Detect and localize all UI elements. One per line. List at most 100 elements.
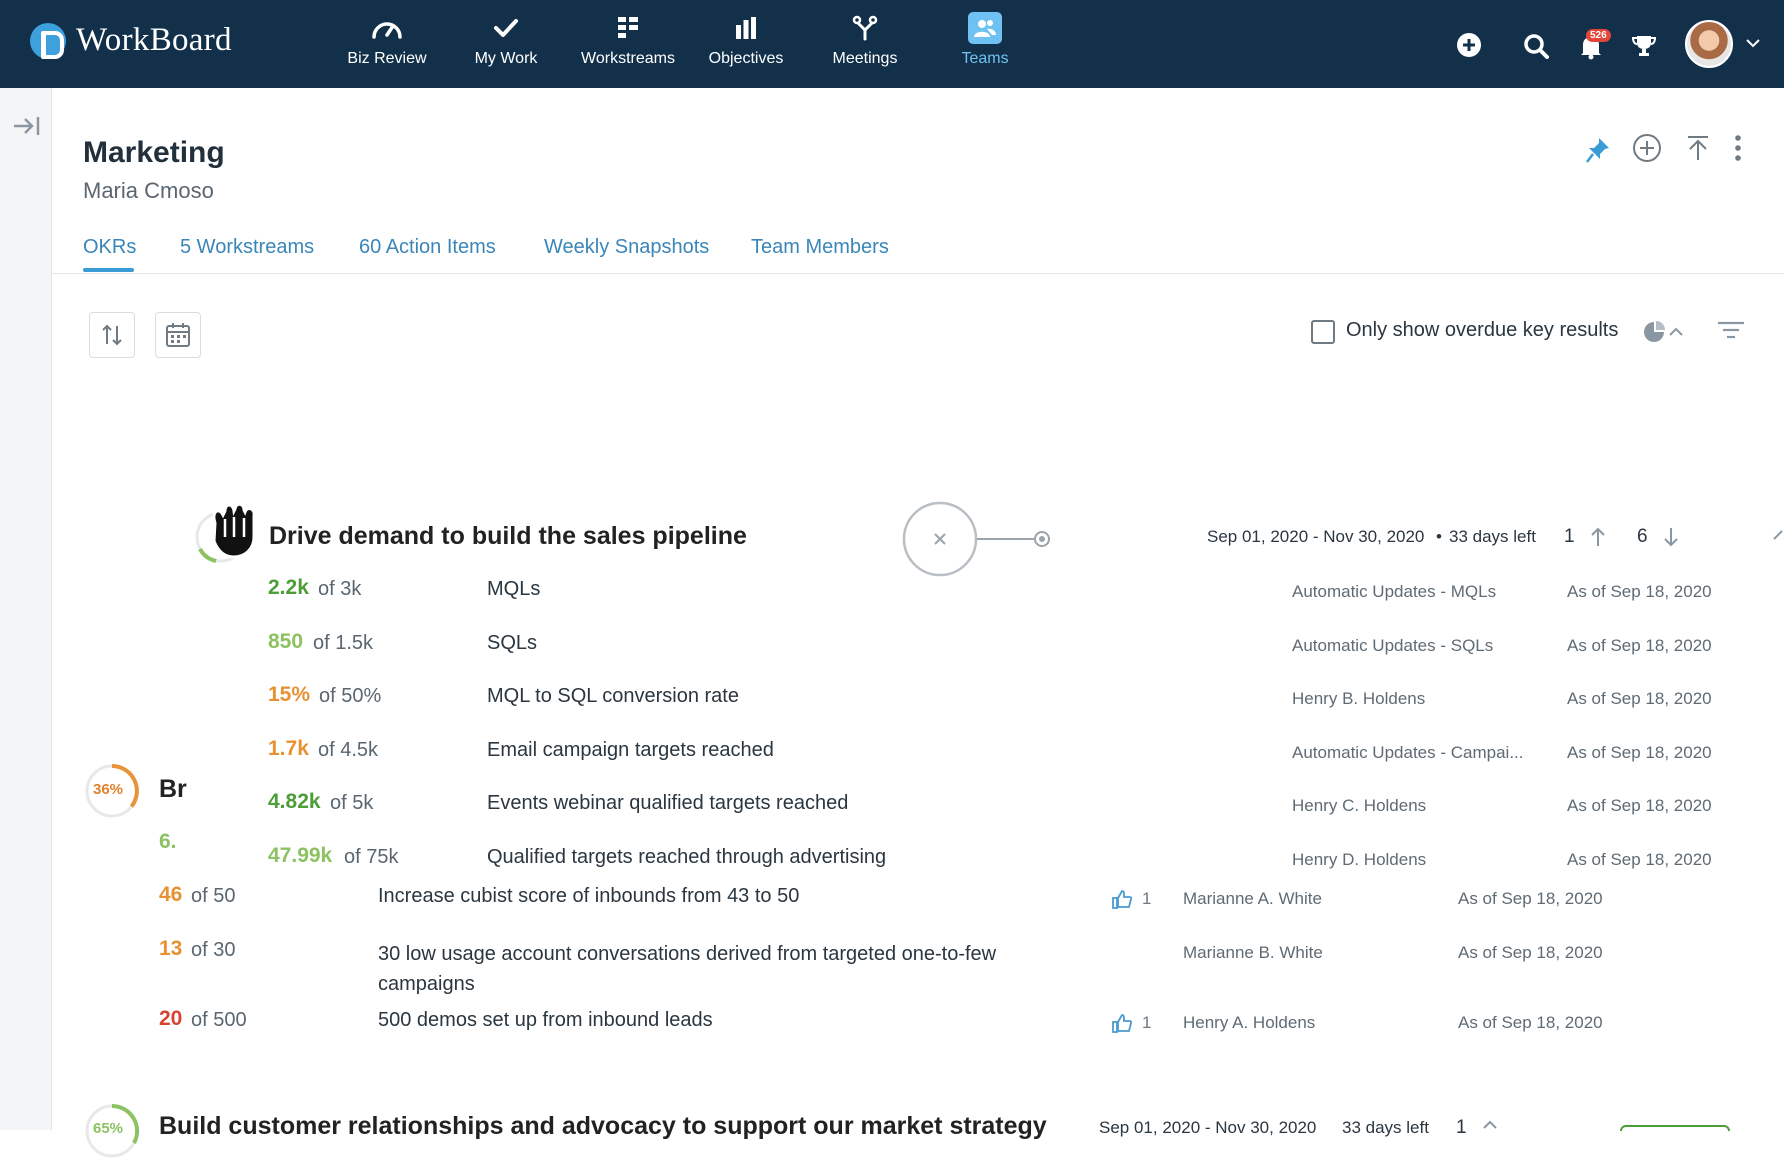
filter-icon[interactable] <box>1716 319 1746 348</box>
kr-target: of 3k <box>318 578 362 600</box>
kr-target: of 5k <box>330 792 374 814</box>
kr-description[interactable]: Qualified targets reached through advert… <box>487 846 886 869</box>
kr-updated-date: As of Sep 18, 2020 <box>1458 889 1603 908</box>
objective-title-fragment[interactable]: Br <box>159 775 187 804</box>
kr-owner: Automatic Updates - Campai... <box>1292 743 1524 762</box>
kr-target: of 30 <box>191 939 236 961</box>
kr-current-value: 20 <box>159 1007 183 1030</box>
nav-biz-review[interactable]: Biz Review <box>344 10 430 80</box>
objective-title[interactable]: Build customer relationships and advocac… <box>159 1112 1047 1141</box>
kr-owner: Marianne B. White <box>1183 943 1323 962</box>
nav-workstreams[interactable]: Workstreams <box>578 10 678 80</box>
trophy-icon[interactable] <box>1631 34 1657 63</box>
nav-label: Teams <box>961 50 1009 67</box>
kr-current-value: 4.82k <box>268 790 321 813</box>
tab-okrs[interactable]: OKRs <box>83 236 136 259</box>
like-count: 1 <box>1142 889 1152 908</box>
app-name: WorkBoard <box>76 22 232 58</box>
kr-owner: Marianne A. White <box>1183 889 1322 908</box>
nav-my-work[interactable]: My Work <box>468 10 544 80</box>
nav-label: My Work <box>474 50 538 67</box>
kr-description[interactable]: Email campaign targets reached <box>487 739 774 762</box>
upload-icon[interactable] <box>1685 134 1711 167</box>
aligned-up-count[interactable]: 1 <box>1456 1117 1467 1139</box>
kr-owner: Henry A. Holdens <box>1183 1013 1316 1032</box>
kr-target: of 1.5k <box>313 632 374 654</box>
sort-button[interactable] <box>89 312 135 358</box>
search-icon[interactable] <box>1523 33 1549 64</box>
tab-team-members[interactable]: Team Members <box>751 236 889 259</box>
kr-current-value: 2.2k <box>268 576 309 599</box>
pin-icon[interactable] <box>1585 136 1611 169</box>
kr-current-value: 13 <box>159 937 183 960</box>
thumbs-up-icon <box>1112 890 1132 909</box>
like-button[interactable]: 1 <box>1112 1013 1151 1033</box>
nav-meetings[interactable]: Meetings <box>824 10 906 80</box>
tab-workstreams[interactable]: 5 Workstreams <box>180 236 314 259</box>
days-left: 33 days left <box>1449 527 1536 546</box>
arrow-up-icon[interactable] <box>1482 1119 1498 1137</box>
notification-count-badge: 526 <box>1586 29 1611 42</box>
kr-description[interactable]: SQLs <box>487 632 537 655</box>
kr-owner: Henry B. Holdens <box>1292 689 1426 708</box>
tab-action-items[interactable]: 60 Action Items <box>359 236 496 259</box>
progress-percent: 36% <box>93 781 124 798</box>
team-owner: Maria Cmoso <box>83 178 214 203</box>
workboard-logo[interactable]: WorkBoard <box>30 22 232 59</box>
nav-label: Objectives <box>708 50 784 67</box>
like-count: 1 <box>1142 1013 1152 1032</box>
key-result-value-fragment: 6. <box>159 830 177 853</box>
kr-target: of 4.5k <box>318 739 379 761</box>
bar-chart-icon <box>734 10 758 46</box>
aligned-down-count[interactable]: 6 <box>1637 526 1648 548</box>
nav-teams[interactable]: Teams <box>955 10 1015 80</box>
add-circle-icon[interactable] <box>1632 133 1662 168</box>
left-sidebar <box>0 88 52 1130</box>
objective-title[interactable]: Drive demand to build the sales pipeline <box>269 522 747 551</box>
nav-objectives[interactable]: Objectives <box>705 10 787 80</box>
nav-label: Meetings <box>832 50 898 67</box>
pie-chart-icon[interactable] <box>1643 320 1683 349</box>
chevron-down-icon[interactable] <box>1745 36 1761 54</box>
kr-updated-date: As of Sep 18, 2020 <box>1567 582 1712 601</box>
page-title: Marketing <box>83 136 225 169</box>
arrow-up-icon[interactable] <box>1590 527 1606 552</box>
kr-description[interactable]: MQLs <box>487 578 540 601</box>
objective-date-range: Sep 01, 2020 - Nov 30, 2020 <box>1207 527 1425 546</box>
add-icon[interactable] <box>1456 32 1482 63</box>
kr-description[interactable]: Increase cubist score of inbounds from 4… <box>378 885 799 908</box>
workboard-logo-icon <box>30 22 66 59</box>
kr-target: of 50 <box>191 885 236 907</box>
active-tab-indicator <box>83 268 134 272</box>
kr-owner: Henry C. Holdens <box>1292 796 1427 815</box>
kr-description[interactable]: Events webinar qualified targets reached <box>487 792 848 815</box>
grab-hand-icon <box>201 497 271 568</box>
tab-weekly-snapshots[interactable]: Weekly Snapshots <box>544 236 709 259</box>
kr-owner: Automatic Updates - SQLs <box>1292 636 1494 655</box>
kr-description[interactable]: MQL to SQL conversion rate <box>487 685 739 708</box>
objective-date-range: Sep 01, 2020 - Nov 30, 2020 <box>1099 1118 1317 1137</box>
kr-current-value: 47.99k <box>268 844 333 867</box>
collapse-chevron-icon[interactable] <box>1772 527 1784 546</box>
expand-sidebar-icon[interactable] <box>12 114 42 144</box>
merge-icon <box>852 10 878 46</box>
gauge-icon <box>370 10 404 46</box>
check-icon <box>493 10 519 46</box>
days-left: 33 days left <box>1342 1118 1429 1137</box>
arrow-down-icon[interactable] <box>1663 527 1679 552</box>
sort-icon <box>102 324 122 346</box>
nav-label: Workstreams <box>581 50 675 67</box>
user-avatar[interactable] <box>1685 20 1733 68</box>
tabs-divider <box>52 273 1784 274</box>
kr-current-value: 15% <box>268 683 311 706</box>
like-button[interactable]: 1 <box>1112 889 1151 909</box>
calendar-button[interactable] <box>155 312 201 358</box>
more-options-icon[interactable] <box>1733 134 1743 167</box>
kr-description[interactable]: 500 demos set up from inbound leads <box>378 1009 713 1032</box>
kr-target: of 50% <box>319 685 382 707</box>
kr-target: of 75k <box>344 846 399 868</box>
aligned-up-count[interactable]: 1 <box>1564 526 1575 548</box>
overdue-checkbox[interactable] <box>1311 320 1335 344</box>
kr-owner: Automatic Updates - MQLs <box>1292 582 1497 601</box>
kr-description[interactable]: 30 low usage account conversations deriv… <box>378 939 1018 999</box>
